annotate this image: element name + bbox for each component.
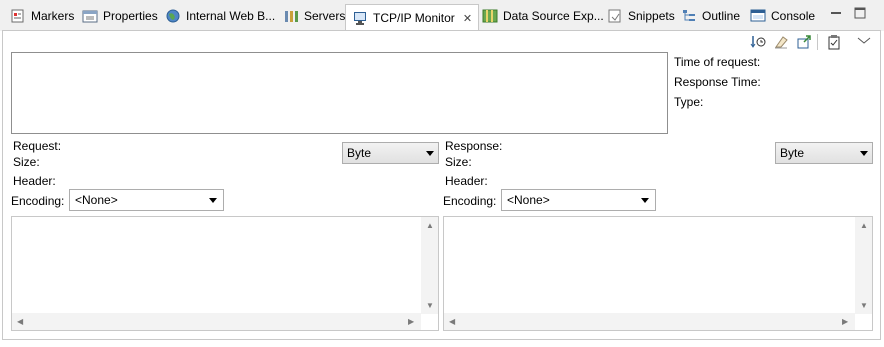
response-time-label: Response Time: <box>674 75 761 89</box>
tab-properties[interactable]: Properties <box>82 4 158 28</box>
globe-icon <box>165 8 181 24</box>
response-content-area[interactable]: ▲ ▼ ◀ ▶ <box>443 216 873 331</box>
tab-markers[interactable]: Markers <box>10 4 74 28</box>
request-size-label: Size: <box>13 155 40 169</box>
tab-console[interactable]: Console <box>750 4 815 28</box>
response-format-value: Byte <box>780 146 805 160</box>
history-icon[interactable] <box>750 34 766 50</box>
scroll-down-icon[interactable]: ▼ <box>860 301 868 310</box>
request-encoding-value: <None> <box>75 193 118 207</box>
monitor-icon <box>352 10 368 26</box>
request-label: Request: <box>13 139 62 153</box>
scroll-left-icon[interactable]: ◀ <box>17 317 23 326</box>
request-format-value: Byte <box>347 146 372 160</box>
scroll-left-icon[interactable]: ◀ <box>449 317 455 326</box>
tab-data-source-explorer[interactable]: Data Source Exp... <box>482 4 604 28</box>
tab-label: Markers <box>31 9 75 23</box>
properties-icon[interactable] <box>826 34 842 50</box>
scroll-right-icon[interactable]: ▶ <box>408 317 414 326</box>
console-icon <box>750 8 766 24</box>
time-of-request-label: Time of request: <box>674 55 761 69</box>
request-content-area[interactable]: ▲ ▼ ◀ ▶ <box>11 216 439 331</box>
request-encoding-label: Encoding: <box>11 194 65 208</box>
tab-snippets[interactable]: Snippets <box>607 4 675 28</box>
tab-label: Data Source Exp... <box>503 9 604 23</box>
response-horizontal-scrollbar[interactable]: ◀ ▶ <box>444 313 855 330</box>
response-encoding-value: <None> <box>507 193 550 207</box>
tab-label: Outline <box>702 9 741 23</box>
request-encoding-select[interactable]: <None> <box>69 189 224 211</box>
toolbar-separator <box>817 34 818 50</box>
response-vertical-scrollbar[interactable]: ▲ ▼ <box>855 217 872 314</box>
request-header-label: Header: <box>13 174 56 188</box>
request-horizontal-scrollbar[interactable]: ◀ ▶ <box>12 313 421 330</box>
outline-icon <box>681 8 697 24</box>
chevron-down-icon <box>860 151 868 156</box>
view-tab-bar: Markers Properties Internal Web B... Ser… <box>0 0 884 31</box>
snippets-icon <box>607 8 623 24</box>
tab-label: Properties <box>103 9 158 23</box>
response-encoding-label: Encoding: <box>443 194 497 208</box>
scroll-up-icon[interactable]: ▲ <box>426 221 434 230</box>
tab-label: TCP/IP Monitor <box>373 11 455 25</box>
request-vertical-scrollbar[interactable]: ▲ ▼ <box>421 217 438 314</box>
close-icon[interactable]: ✕ <box>463 12 472 25</box>
scroll-down-icon[interactable]: ▼ <box>426 301 434 310</box>
tab-label: Servers <box>304 9 346 23</box>
data-source-icon <box>482 8 498 24</box>
tab-internal-web-browser[interactable]: Internal Web B... <box>165 4 275 28</box>
response-format-select[interactable]: Byte <box>775 142 873 164</box>
tab-label: Console <box>771 9 816 23</box>
scroll-right-icon[interactable]: ▶ <box>842 317 848 326</box>
scroll-up-icon[interactable]: ▲ <box>860 221 868 230</box>
minimize-icon[interactable] <box>830 7 842 19</box>
export-icon[interactable] <box>796 34 812 50</box>
maximize-icon[interactable] <box>854 7 866 19</box>
chevron-down-icon <box>209 198 217 203</box>
tab-label: Internal Web B... <box>186 9 276 23</box>
servers-icon <box>283 8 299 24</box>
view-menu-icon[interactable] <box>856 34 872 50</box>
tab-label: Snippets <box>628 9 675 23</box>
response-encoding-select[interactable]: <None> <box>501 189 656 211</box>
markers-icon <box>10 8 26 24</box>
properties-icon <box>82 8 98 24</box>
chevron-down-icon <box>426 151 434 156</box>
response-label: Response: <box>445 139 503 153</box>
tab-outline[interactable]: Outline <box>681 4 740 28</box>
tab-tcpip-monitor[interactable]: TCP/IP Monitor ✕ <box>345 4 480 31</box>
chevron-down-icon <box>641 198 649 203</box>
request-list[interactable] <box>11 52 668 134</box>
request-format-select[interactable]: Byte <box>342 142 439 164</box>
response-header-label: Header: <box>445 174 488 188</box>
clear-icon[interactable] <box>773 34 789 50</box>
tab-servers[interactable]: Servers <box>283 4 345 28</box>
response-size-label: Size: <box>445 155 472 169</box>
type-label: Type: <box>674 95 704 109</box>
